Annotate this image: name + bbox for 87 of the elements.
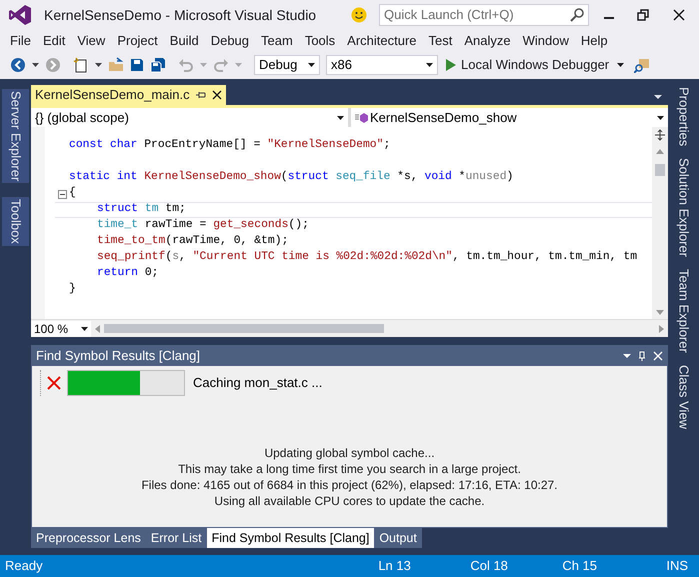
menu-item[interactable]: Window — [516, 30, 575, 50]
member-dropdown[interactable]: KernelSenseDemo_show — [351, 108, 668, 127]
menu-item[interactable]: Team — [255, 30, 299, 50]
menu-item[interactable]: Edit — [36, 30, 72, 50]
code-line: seq_printf(s, "Current UTC time is %02d:%02d:%02d\n", tm.tm_hour, tm.tm_min, tm — [97, 250, 638, 266]
pin-icon[interactable] — [196, 90, 206, 100]
menu-item[interactable]: View — [71, 30, 112, 50]
code-line: static int KernelSenseDemo_show(struct seq_file *s, void *unused) — [69, 170, 514, 186]
scroll-up-icon — [656, 149, 664, 154]
search-icon — [570, 8, 584, 22]
panel-tab[interactable]: Preprocessor Lens — [31, 528, 146, 548]
status-message: Using all available CPU cores to update the cache. — [214, 493, 485, 509]
close-icon[interactable] — [212, 90, 222, 100]
line-number: Ln 13 — [378, 557, 412, 576]
window-title: KernelSenseDemo - Microsoft Visual Studio — [44, 6, 316, 24]
side-tab[interactable]: Server Explorer — [2, 89, 30, 184]
new-project-icon[interactable] — [73, 57, 89, 73]
cancel-icon[interactable] — [47, 376, 61, 390]
code-line: time_to_tm(rawTime, 0, &tm); — [97, 234, 288, 250]
side-tab[interactable]: Class View — [670, 363, 696, 432]
dropdown-arrow-icon — [308, 63, 315, 67]
scope-dropdown[interactable]: {} (global scope) — [31, 108, 348, 127]
scroll-thumb[interactable] — [104, 324, 384, 333]
dropdown-arrow-icon[interactable] — [617, 63, 624, 67]
column-number: Col 18 — [470, 557, 509, 576]
code-line: { — [69, 186, 76, 202]
scroll-thumb[interactable] — [655, 164, 665, 176]
zoom-dropdown[interactable]: 100 % — [31, 320, 91, 336]
character-number: Ch 15 — [562, 557, 598, 576]
collapse-icon[interactable] — [58, 190, 66, 198]
status-message: Updating global symbol cache... — [264, 445, 435, 461]
dropdown-arrow-icon[interactable] — [654, 95, 662, 99]
status-message: This may take a long time first time you search in a large project. — [178, 461, 521, 477]
close-icon[interactable] — [673, 9, 685, 21]
menu-item[interactable]: Test — [422, 30, 458, 50]
dropdown-arrow-icon — [657, 116, 664, 120]
scroll-down-icon — [656, 310, 664, 315]
menu-item[interactable]: Build — [164, 30, 205, 50]
restore-icon[interactable] — [637, 9, 649, 21]
side-tab[interactable]: Solution Explorer — [670, 156, 696, 260]
platform-dropdown[interactable]: x86 — [326, 55, 438, 75]
menu-item[interactable]: Debug — [204, 30, 256, 50]
play-icon — [446, 59, 456, 71]
menu-item[interactable]: Project — [111, 30, 164, 50]
split-icon — [654, 129, 666, 141]
status-message: Files done: 4165 out of 6684 in this project (62%), elapsed: 17:16, ETA: 10:27. — [141, 477, 558, 493]
save-all-icon[interactable] — [150, 57, 166, 73]
panel-tab[interactable]: Error List — [146, 528, 207, 548]
progress-status: Caching mon_stat.c ... — [193, 374, 322, 392]
code-line: const char ProcEntryName[] = "KernelSenseDemo"; — [69, 138, 390, 154]
dropdown-arrow-icon — [426, 63, 433, 67]
side-tab[interactable]: Toolbox — [2, 197, 30, 246]
document-tab[interactable]: KernelSenseDemo_main.c — [31, 85, 226, 105]
quick-launch-field[interactable]: Quick Launch (Ctrl+Q) — [379, 4, 589, 26]
dropdown-arrow-icon[interactable] — [32, 63, 39, 67]
open-folder-icon[interactable] — [108, 57, 124, 73]
code-line: return 0; — [97, 266, 159, 282]
scroll-left-icon — [95, 324, 100, 332]
insert-mode: INS — [666, 557, 688, 576]
code-line: time_t rawTime = get_seconds(); — [97, 218, 309, 234]
smiley-icon[interactable] — [351, 7, 367, 23]
configuration-dropdown[interactable]: Debug — [254, 55, 320, 75]
dropdown-arrow-icon — [337, 116, 344, 120]
status-text: Ready — [5, 557, 44, 576]
dropdown-arrow-icon[interactable] — [623, 354, 631, 358]
side-tab[interactable]: Team Explorer — [670, 267, 696, 356]
vs-logo-icon — [8, 3, 32, 27]
method-icon — [355, 112, 369, 124]
dropdown-arrow-icon[interactable] — [95, 63, 102, 67]
menu-item[interactable]: Tools — [298, 30, 342, 50]
panel-tab[interactable]: Output — [374, 528, 422, 548]
back-icon[interactable] — [10, 57, 26, 73]
side-tab[interactable]: Properties — [670, 85, 696, 148]
dropdown-arrow-icon — [81, 326, 88, 330]
vertical-scrollbar[interactable] — [652, 127, 668, 319]
code-line: struct tm tm; — [97, 202, 186, 218]
panel-tab[interactable]: Find Symbol Results [Clang] — [206, 528, 374, 548]
start-debugging-button[interactable]: Local Windows Debugger — [444, 55, 612, 75]
find-in-files-icon[interactable] — [634, 57, 650, 73]
menu-item[interactable]: Architecture — [341, 30, 423, 50]
tool-window-title: Find Symbol Results [Clang] — [36, 347, 202, 366]
menu-item[interactable]: Help — [574, 30, 614, 50]
save-icon[interactable] — [130, 58, 144, 72]
code-line: } — [69, 282, 76, 298]
scroll-right-icon — [659, 324, 664, 332]
menu-item[interactable]: Analyze — [458, 30, 517, 50]
menu-item[interactable]: File — [4, 30, 37, 50]
